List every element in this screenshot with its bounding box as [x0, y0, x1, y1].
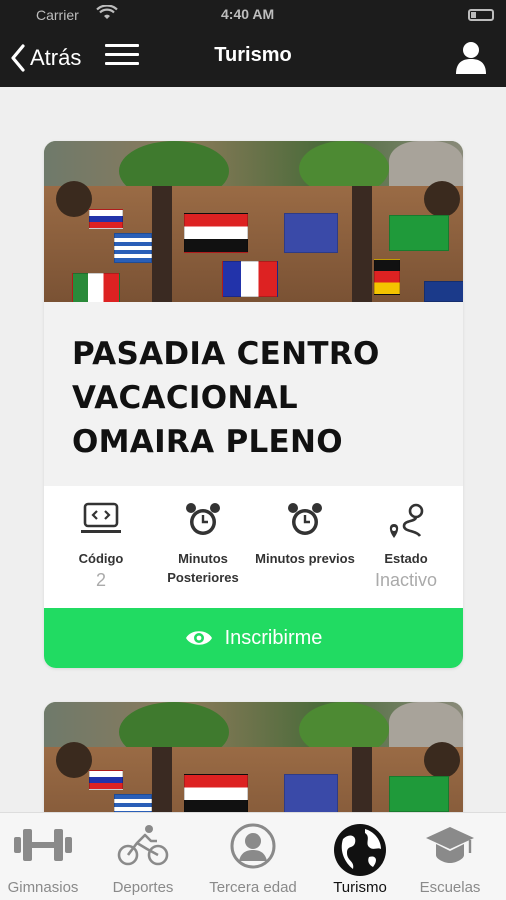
dumbbell-icon [12, 823, 74, 872]
laptop-code-icon [80, 502, 122, 541]
tab-label: Escuelas [419, 879, 481, 896]
tab-label: Tercera edad [209, 879, 297, 896]
enroll-button[interactable]: Inscribirme [44, 608, 463, 668]
globe-icon [333, 823, 387, 882]
tab-label: Turismo [333, 879, 387, 896]
tab-label: Deportes [112, 879, 174, 896]
alarm-clock-icon [287, 502, 323, 543]
tab-gimnasios[interactable]: Gimnasios [0, 813, 86, 900]
battery-icon [468, 9, 494, 21]
nav-bar: Atrás Turismo [0, 38, 506, 78]
tab-deportes[interactable]: Deportes [100, 813, 186, 900]
tour-card[interactable]: PASADIA CENTRO VACACIONAL OMAIRA PLENO C… [44, 141, 463, 668]
tour-image [44, 141, 463, 302]
stat-status: Estado Inactivo [354, 486, 458, 608]
stat-label: Minutos Posteriores [167, 551, 239, 585]
stat-value: 2 [95, 570, 106, 590]
top-bar: Carrier 4:40 AM Atrás Turismo [0, 0, 506, 87]
stat-label: Código [78, 551, 124, 566]
stat-code: Código 2 [49, 486, 153, 608]
stat-minutes-after: Minutos Posteriores [151, 486, 255, 608]
wifi-icon [96, 4, 118, 24]
stat-minutes-before: Minutos previos [253, 486, 357, 608]
eye-icon [185, 631, 212, 645]
carrier-label: Carrier [36, 7, 79, 23]
graduation-cap-icon [424, 823, 476, 872]
tab-tercera-edad[interactable]: Tercera edad [200, 813, 306, 900]
stat-value: Inactivo [374, 570, 438, 590]
page-title: Turismo [214, 44, 292, 66]
stat-label: Minutos previos [255, 551, 355, 566]
alarm-clock-icon [185, 502, 221, 543]
status-bar: Carrier 4:40 AM [0, 4, 506, 24]
tab-turismo[interactable]: Turismo [320, 813, 400, 900]
tab-label: Gimnasios [7, 879, 79, 896]
tab-escuelas[interactable]: Escuelas [410, 813, 490, 900]
user-circle-icon [230, 823, 276, 874]
enroll-label: Inscribirme [224, 626, 323, 649]
stat-label: Estado [384, 551, 428, 566]
tour-name: PASADIA CENTRO VACACIONAL OMAIRA PLENO [72, 336, 380, 460]
tour-stats: Código 2 Minutos Posteriores Minutos pre… [44, 486, 463, 608]
clock: 4:40 AM [221, 6, 275, 22]
route-icon [386, 502, 426, 547]
user-profile-icon[interactable] [454, 40, 488, 79]
bicycle-icon [117, 823, 169, 872]
bottom-tab-bar: Gimnasios Deportes Tercera edad Turismo … [0, 812, 506, 900]
